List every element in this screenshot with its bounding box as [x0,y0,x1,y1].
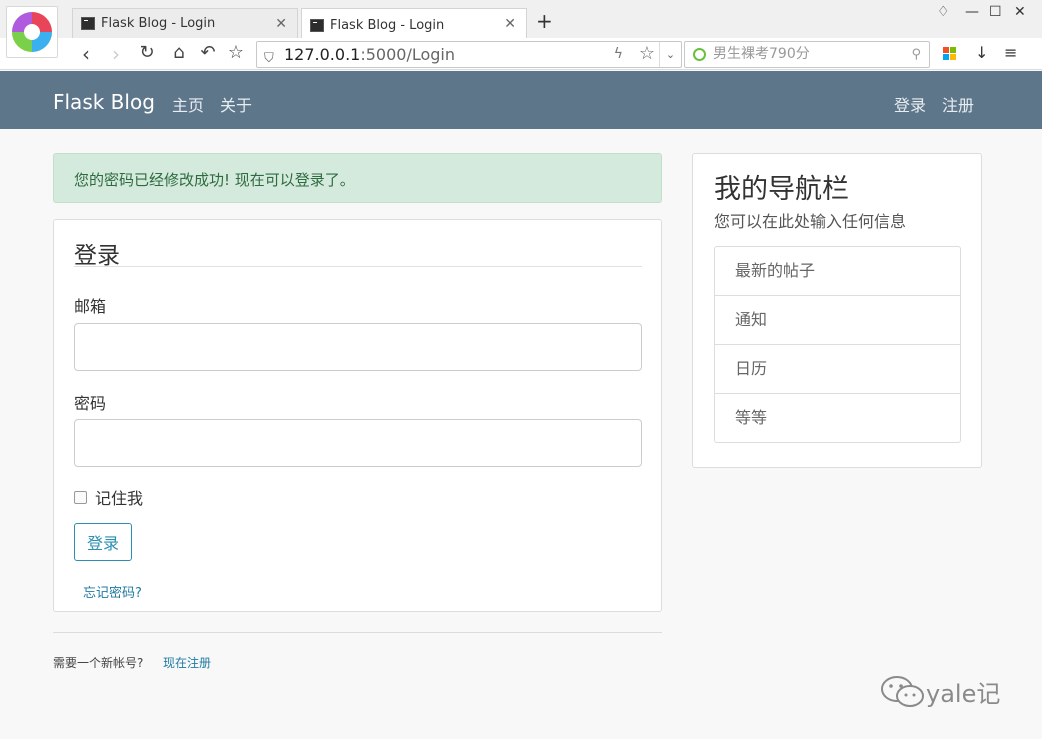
new-account-prompt: 需要一个新帐号? [53,656,144,670]
menu-icon[interactable]: ≡ [1004,43,1017,62]
new-tab-icon[interactable]: + [536,9,553,33]
site-navbar: Flask Blog 主页 关于 登录 注册 [0,71,1042,129]
home-icon[interactable]: ⌂ [167,42,191,63]
sidebar-title: 我的导航栏 [714,174,849,205]
remember-label: 记住我 [95,489,144,508]
apps-icon[interactable] [943,47,957,61]
nav-home-link[interactable]: 主页 [172,92,204,116]
bookmark-star-icon[interactable]: ☆ [639,41,655,66]
skin-icon[interactable]: ♢ [937,4,950,20]
divider [74,266,642,267]
url-input[interactable]: ⛉ 127.0.0.1:5000/Login ϟ ☆ ⌄ [256,41,682,68]
navbar-brand[interactable]: Flask Blog [53,90,155,114]
watermark-text: yale记 [926,680,1001,708]
divider [53,632,662,633]
tab-title: Flask Blog - Login [330,17,445,33]
sidebar-list: 最新的帖子 通知 日历 等等 [714,246,961,443]
forgot-password-link[interactable]: 忘记密码? [83,582,142,601]
browser-tab[interactable]: Flask Blog - Login ✕ [72,8,298,38]
search-icon[interactable]: ⚲ [911,42,921,67]
url-host: 127.0.0.1 [284,45,361,64]
url-path: :5000/Login [360,45,456,64]
sidebar-item-notifications[interactable]: 通知 [715,296,960,345]
nav-about-link[interactable]: 关于 [220,92,252,116]
terminal-icon [310,18,324,32]
remember-checkbox[interactable] [74,490,87,504]
email-field[interactable] [74,323,642,371]
sidebar-subtitle: 您可以在此处输入任何信息 [714,212,907,231]
nav-login-link[interactable]: 登录 [894,92,926,116]
close-icon[interactable]: ✕ [504,16,516,32]
sidebar: 我的导航栏 您可以在此处输入任何信息 最新的帖子 通知 日历 等等 [692,153,982,468]
shield-icon: ⛉ [264,51,274,66]
browser-tab-bar: Flask Blog - Login ✕ Flask Blog - Login … [0,0,1042,41]
close-icon[interactable]: ✕ [275,16,287,32]
minimize-icon[interactable]: — [965,4,979,20]
reload-icon[interactable]: ↻ [135,42,159,63]
register-now-link[interactable]: 现在注册 [163,654,211,671]
wechat-icon [881,675,924,707]
chevron-down-icon[interactable]: ⌄ [659,42,681,67]
lightning-icon[interactable]: ϟ [614,42,623,67]
sidebar-item-etc[interactable]: 等等 [715,394,960,442]
login-panel: 登录 邮箱 密码 记住我 登录 忘记密码? [53,219,662,612]
login-button[interactable]: 登录 [74,523,132,561]
nav-register-link[interactable]: 注册 [942,92,974,116]
back-icon[interactable]: ‹ [74,42,98,66]
browser-tab-active[interactable]: Flask Blog - Login ✕ [301,8,527,41]
sidebar-item-latest-posts[interactable]: 最新的帖子 [715,247,960,296]
undo-icon[interactable]: ↶ [196,42,220,63]
login-title: 登录 [74,243,120,269]
favorite-icon[interactable]: ☆ [224,42,248,63]
maximize-icon[interactable]: ☐ [989,4,1002,20]
close-window-icon[interactable]: ✕ [1014,4,1026,20]
tab-title: Flask Blog - Login [101,16,216,31]
search-engine-icon [693,48,706,61]
watermark: yale记 [880,674,1000,709]
search-input[interactable]: 男生裸考790分 ⚲ [684,41,930,68]
sidebar-item-calendar[interactable]: 日历 [715,345,960,394]
terminal-icon [81,17,95,30]
address-bar: ‹ › ↻ ⌂ ↶ ☆ ⛉ 127.0.0.1:5000/Login ϟ ☆ ⌄… [0,38,1042,70]
password-field[interactable] [74,419,642,467]
search-placeholder: 男生裸考790分 [713,46,810,62]
download-icon[interactable]: ↓ [975,43,988,62]
email-label: 邮箱 [74,297,107,316]
browser-logo [6,6,58,58]
success-alert: 您的密码已经修改成功! 现在可以登录了。 [53,153,662,203]
remember-me[interactable]: 记住我 [74,485,143,509]
forward-icon[interactable]: › [104,42,128,66]
password-label: 密码 [74,394,107,413]
